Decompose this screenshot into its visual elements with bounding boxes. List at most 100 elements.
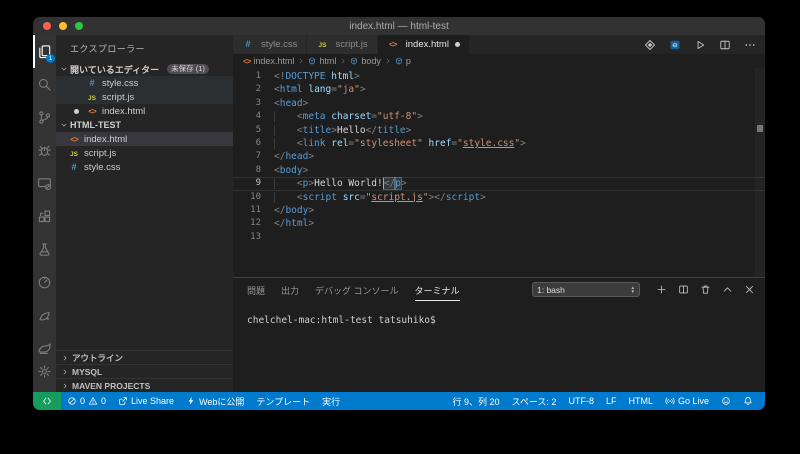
editor-action-split-editor[interactable] [719,39,731,51]
activity-extensions[interactable] [33,200,56,233]
minimize-window-button[interactable] [59,22,67,30]
activity-source-control[interactable] [33,101,56,134]
folder-header[interactable]: HTML-TEST [56,118,233,132]
extensions-icon [37,209,52,224]
flask-icon [37,242,52,257]
window-title: index.html — html-test [349,21,448,32]
open-editor-index-html[interactable]: <>index.html [56,104,233,118]
status-indentation[interactable]: スペース: 2 [506,392,563,410]
sidebar-title: エクスプローラー [56,35,233,62]
terminal-action-kill-terminal[interactable] [700,284,711,295]
status-label: LF [606,396,617,406]
file-type-icon: # [68,162,84,173]
editor-action-open-in-browser[interactable] [669,39,681,51]
breadcrumb[interactable]: <>index.html html body p [233,54,765,68]
editor-action-more-actions[interactable] [744,39,756,51]
breadcrumb-item-html[interactable]: html [308,56,336,66]
status-bolt-icon [186,396,196,406]
file-index-html[interactable]: <>index.html [56,132,233,146]
select-arrows-icon: ▲▼ [631,286,635,294]
panel-tab-terminal[interactable]: ターミナル [415,284,460,301]
panel-tab-出力[interactable]: 出力 [281,284,299,301]
activity-debug[interactable] [33,134,56,167]
terminal-output[interactable]: chelchel-mac:html-test tatsuhiko$ [233,302,765,326]
chevron-right-icon [61,382,69,390]
status-label: 実行 [322,395,340,408]
line-number: 9 [233,177,274,190]
file-label: script.js [84,148,116,159]
line-content: <!DOCTYPE html> [274,70,360,83]
activity-remote-explorer[interactable] [33,167,56,200]
tab-index-html[interactable]: <>index.html [378,35,470,54]
terminal-action-new-terminal[interactable] [656,284,667,295]
code-line-3: 3<head> [233,97,765,110]
line-content: </body> [274,204,314,217]
line-content: <title>Hello</title> [274,124,411,137]
open-editors-header[interactable]: 開いているエディター 未保存 (1) [56,62,233,76]
file-label: script.js [102,92,134,103]
whale-icon [37,341,52,356]
breadcrumb-item-body[interactable]: body [350,56,381,66]
status-label: Go Live [678,396,709,406]
status-publish-web[interactable]: Webに公開 [180,392,250,410]
zoom-window-button[interactable] [75,22,83,30]
symbol-cube-icon [395,57,403,65]
terminal-shell-select[interactable]: 1: bash ▲▼ [532,282,640,297]
code-line-6: 6 <link rel="stylesheet" href="style.css… [233,137,765,150]
section-アウトライン[interactable]: アウトライン [56,350,233,364]
terminal-action-maximize-panel[interactable] [722,284,733,295]
status-feedback[interactable] [715,392,737,410]
open-editor-style-css[interactable]: #style.css [56,76,233,90]
code-line-5: 5 <title>Hello</title> [233,124,765,137]
breadcrumb-item-index-html[interactable]: <>index.html [243,56,294,66]
status-notifications[interactable] [737,392,759,410]
editor-scrollbar[interactable] [755,68,765,277]
chevron-right-icon [61,368,69,376]
activity-test-explorer[interactable] [33,233,56,266]
breadcrumb-item-p[interactable]: p [395,56,411,66]
editor-action-open-preview[interactable] [644,39,656,51]
status-label: テンプレート [256,395,310,408]
status-eol[interactable]: LF [600,392,623,410]
status-run-task[interactable]: 実行 [316,392,346,410]
shell-select-value: 1: bash [537,285,565,295]
title-bar[interactable]: index.html — html-test [33,17,765,35]
line-content: </html> [274,217,314,230]
status-live-share[interactable]: Live Share [112,392,180,410]
status-problems[interactable]: 00 [61,392,112,410]
line-number: 12 [233,217,274,230]
status-template[interactable]: テンプレート [250,392,316,410]
code-line-12: 12</html> [233,217,765,230]
tab-label: script.js [335,39,367,50]
editor-action-run-code[interactable] [694,39,706,51]
status-go-live[interactable]: Go Live [659,392,715,410]
panel-tab-デバッグ コンソール[interactable]: デバッグ コンソール [315,284,399,301]
activity-feather-extension[interactable] [33,299,56,332]
status-language-mode[interactable]: HTML [622,392,659,410]
activity-time-tracker[interactable] [33,266,56,299]
tab-script-js[interactable]: JSscript.js [307,35,377,54]
open-editor-script-js[interactable]: JSscript.js [56,90,233,104]
line-number: 5 [233,124,274,137]
tab-style-css[interactable]: #style.css [233,35,307,54]
section-mysql[interactable]: MYSQL [56,364,233,378]
status-remote-indicator[interactable] [33,392,61,410]
panel-tab-問題[interactable]: 問題 [247,284,265,301]
activity-search[interactable] [33,68,56,101]
status-encoding[interactable]: UTF-8 [562,392,600,410]
file-type-icon: # [86,78,102,89]
activity-explorer[interactable]: 1 [33,35,56,68]
modified-dot-icon [455,42,460,47]
terminal-action-split-terminal[interactable] [678,284,689,295]
terminal-action-close-panel[interactable] [744,284,755,295]
code-editor[interactable]: 1<!DOCTYPE html>2<html lang="ja">3<head>… [233,68,765,279]
close-window-button[interactable] [43,22,51,30]
section-maven-projects[interactable]: MAVEN PROJECTS [56,378,233,392]
activity-settings[interactable] [33,355,56,388]
gauge-icon [37,275,52,290]
file-label: style.css [102,78,138,89]
status-live-share-icon [118,396,128,406]
file-script-js[interactable]: JSscript.js [56,146,233,160]
file-style-css[interactable]: #style.css [56,160,233,174]
status-cursor-position[interactable]: 行 9、列 20 [446,392,505,410]
